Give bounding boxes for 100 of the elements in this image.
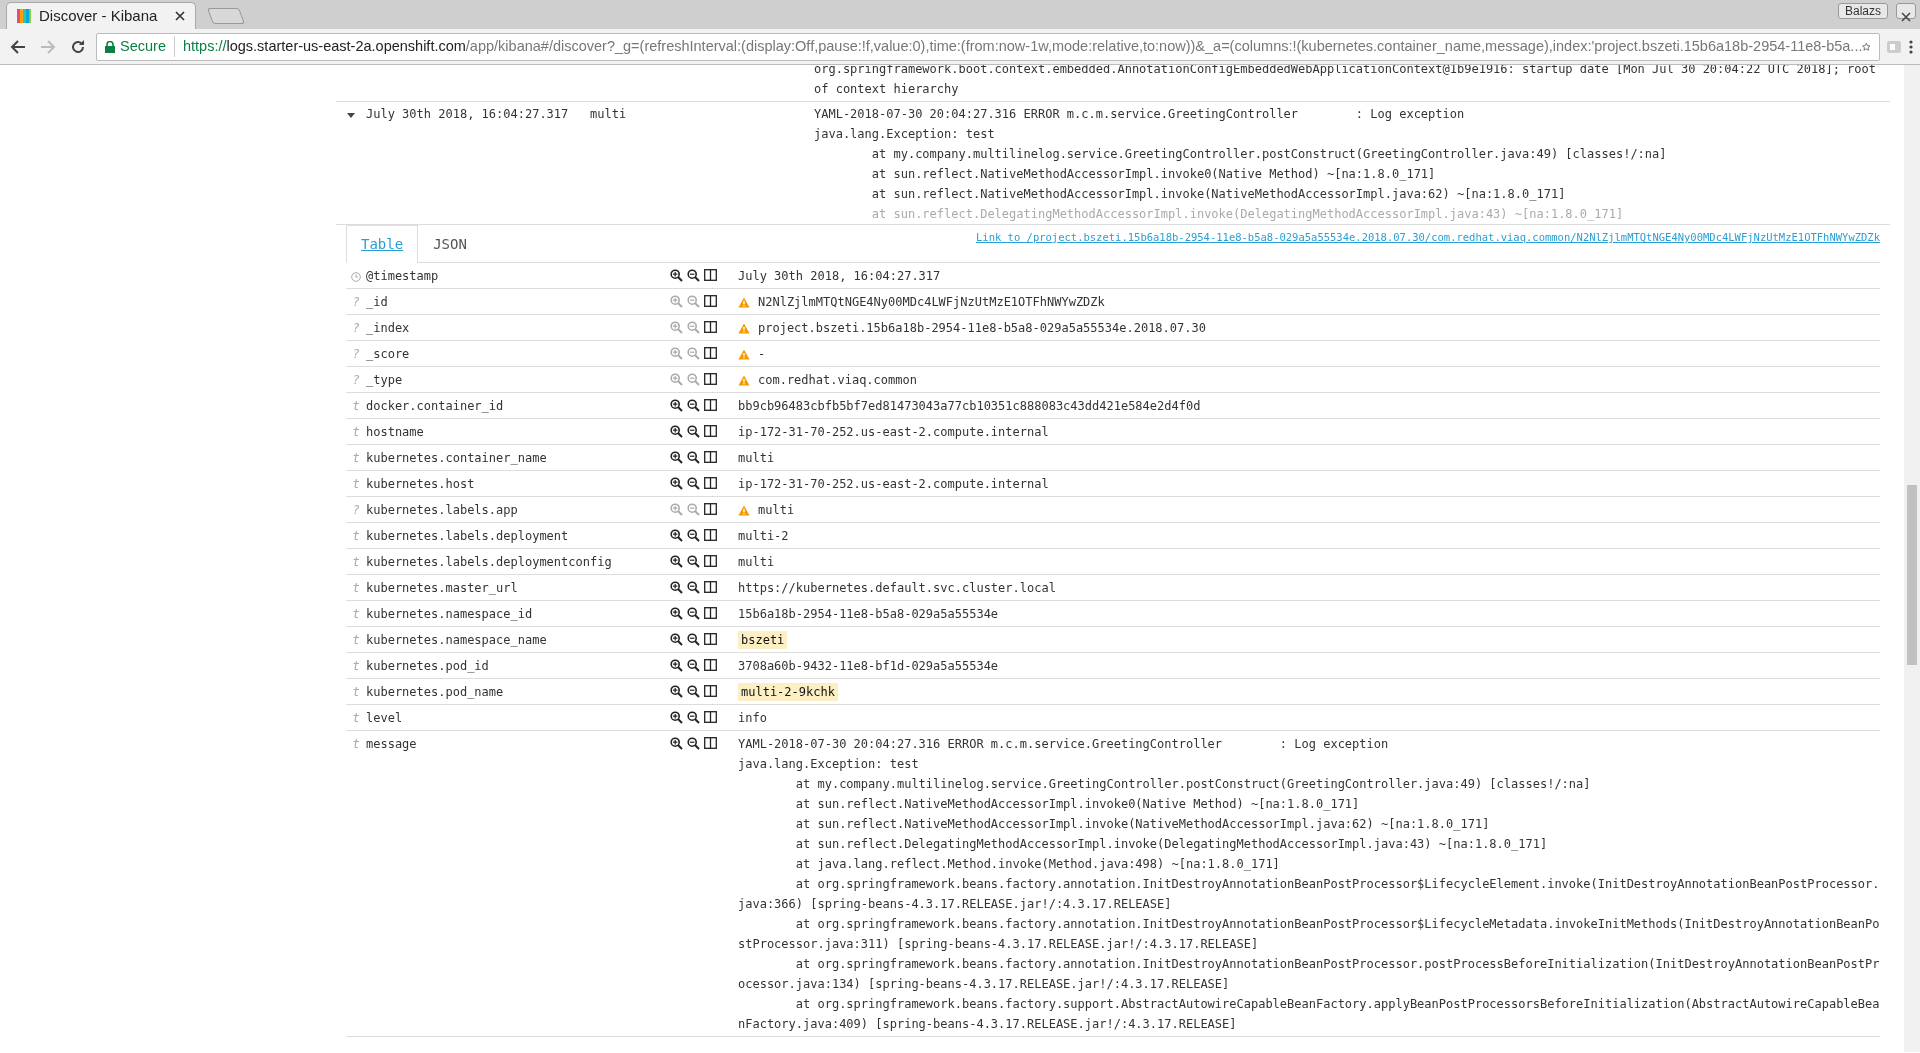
profile-button[interactable]: Balazs xyxy=(1837,3,1888,19)
timestamp-cell: July 30th 2018, 16:04:27.317 xyxy=(366,107,569,121)
columns-icon[interactable] xyxy=(704,685,717,697)
field-type-label: t xyxy=(352,555,360,569)
zoom-out-icon[interactable] xyxy=(687,269,700,282)
columns-icon[interactable] xyxy=(704,347,717,359)
field-type-label: t xyxy=(352,737,360,751)
field-name: kubernetes.container_name xyxy=(366,450,548,467)
zoom-in-icon[interactable] xyxy=(670,711,683,724)
columns-icon[interactable] xyxy=(704,451,717,463)
zoom-in-icon[interactable] xyxy=(670,399,683,412)
columns-icon[interactable] xyxy=(704,269,717,281)
columns-icon[interactable] xyxy=(704,607,717,619)
field-value: https://kubernetes.default.svc.cluster.local xyxy=(738,581,1056,595)
columns-icon[interactable] xyxy=(704,737,717,749)
field-name: kubernetes.namespace_name xyxy=(366,632,548,649)
clock-icon xyxy=(351,271,361,282)
columns-icon[interactable] xyxy=(704,503,717,515)
columns-icon[interactable] xyxy=(704,529,717,541)
log-line: at sun.reflect.NativeMethodAccessorImpl.invoke0(Native Method) ~[na:1.8.0_171] xyxy=(870,166,1437,183)
field-type-label: t xyxy=(352,581,360,595)
field-value: multi xyxy=(758,503,795,517)
field-name: kubernetes.host xyxy=(366,476,476,493)
zoom-in-icon[interactable] xyxy=(670,633,683,646)
columns-icon[interactable] xyxy=(704,477,717,489)
field-name: kubernetes.pod_id xyxy=(366,658,490,675)
field-type-label: t xyxy=(352,425,360,439)
field-value: multi xyxy=(738,451,775,465)
menu-icon[interactable] xyxy=(1908,38,1914,55)
field-type-label: ? xyxy=(352,295,360,309)
zoom-out-icon[interactable] xyxy=(687,425,700,438)
zoom-out-icon[interactable] xyxy=(687,399,700,412)
log-line: at my.company.multilinelog.service.GreetingController.postConstruct(GreetingController.java:49) [classes!/:na] xyxy=(794,776,1592,793)
log-line: at java.lang.reflect.Method.invoke(Method.java:498) ~[na:1.8.0_171] xyxy=(794,856,1281,873)
columns-icon[interactable] xyxy=(704,581,717,593)
caret-down-icon[interactable] xyxy=(347,111,355,119)
log-line: YAML-2018-07-30 20:04:27.316 ERROR m.c.m.service.GreetingController : Log exception xyxy=(814,106,1466,123)
zoom-out-icon[interactable] xyxy=(687,711,700,724)
log-line: of context hierarchy xyxy=(814,81,960,98)
zoom-in-icon[interactable] xyxy=(670,425,683,438)
zoom-out-icon[interactable] xyxy=(687,607,700,620)
zoom-out-icon[interactable] xyxy=(687,451,700,464)
columns-icon[interactable] xyxy=(704,399,717,411)
close-icon[interactable] xyxy=(175,11,185,21)
columns-icon[interactable] xyxy=(704,425,717,437)
zoom-out-icon[interactable] xyxy=(687,633,700,646)
field-value: multi-2 xyxy=(738,529,789,543)
field-value: project.bszeti.15b6a18b-2954-11e8-b5a8-029a5a55534e.2018.07.30 xyxy=(758,321,1206,335)
zoom-in-icon[interactable] xyxy=(670,477,683,490)
field-type-label: t xyxy=(352,711,360,725)
field-value: multi-2-9kchk xyxy=(738,683,838,701)
zoom-in-icon[interactable] xyxy=(670,685,683,698)
zoom-out-icon[interactable] xyxy=(687,555,700,568)
log-line: java.lang.Exception: test xyxy=(738,756,920,773)
columns-icon[interactable] xyxy=(704,373,717,385)
zoom-out-icon[interactable] xyxy=(687,685,700,698)
container-name-cell: multi xyxy=(590,107,627,121)
columns-icon[interactable] xyxy=(704,633,717,645)
scrollbar-thumb[interactable] xyxy=(1907,485,1917,665)
field-type-label: t xyxy=(352,607,360,621)
zoom-out-icon[interactable] xyxy=(687,581,700,594)
zoom-in-icon[interactable] xyxy=(670,529,683,542)
field-type-label: t xyxy=(352,659,360,673)
log-line: at sun.reflect.DelegatingMethodAccessorImpl.invoke(DelegatingMethodAccessorImpl.java:43) ~[na:1.8.0_171] xyxy=(870,206,1625,223)
field-type-label: t xyxy=(352,529,360,543)
zoom-in-icon[interactable] xyxy=(670,607,683,620)
zoom-in-icon[interactable] xyxy=(670,451,683,464)
field-value: com.redhat.viaq.common xyxy=(758,373,917,387)
address-bar[interactable] xyxy=(96,32,1880,61)
zoom-out-icon[interactable] xyxy=(687,529,700,542)
zoom-in-icon[interactable] xyxy=(670,581,683,594)
columns-icon[interactable] xyxy=(704,659,717,671)
field-name: kubernetes.pod_name xyxy=(366,684,505,701)
log-line: at sun.reflect.DelegatingMethodAccessorImpl.invoke(DelegatingMethodAccessorImpl.java:43) ~[na:1.8.0_171] xyxy=(794,836,1549,853)
zoom-out-icon[interactable] xyxy=(687,477,700,490)
view-tab[interactable]: JSON xyxy=(418,225,482,263)
field-name: hostname xyxy=(366,424,425,441)
back-arrow-icon[interactable] xyxy=(10,38,26,55)
field-name: level xyxy=(366,710,404,727)
columns-icon[interactable] xyxy=(704,295,717,307)
secure-label: Secure xyxy=(120,36,166,56)
field-value: 3708a60b-9432-11e8-bf1d-029a5a55534e xyxy=(738,659,999,673)
zoom-in-icon[interactable] xyxy=(670,269,683,282)
zoom-in-icon[interactable] xyxy=(670,555,683,568)
columns-icon[interactable] xyxy=(704,711,717,723)
field-name: kubernetes.labels.deployment xyxy=(366,528,570,545)
zoom-in-icon[interactable] xyxy=(670,659,683,672)
field-value: - xyxy=(758,347,766,361)
field-type-label: ? xyxy=(352,347,360,361)
columns-icon[interactable] xyxy=(704,321,717,333)
field-type-label: t xyxy=(352,685,360,699)
zoom-out-icon[interactable] xyxy=(687,737,700,750)
browser-tab[interactable]: Discover - Kibana xyxy=(6,2,196,29)
reload-icon[interactable] xyxy=(70,38,86,55)
zoom-in-icon[interactable] xyxy=(670,737,683,750)
columns-icon[interactable] xyxy=(704,555,717,567)
log-line: at org.springframework.beans.factory.support.AbstractAutowireCapableBeanFactory.applyBeanPostProcessorsBeforeInitialization(AbstractAutowireCapableBeanFactory.java:409) [spring-beans-4.3.17.RELEASE.jar!/:4.3.17.RELEASE] xyxy=(738,996,1880,1033)
field-name: _index xyxy=(366,320,411,337)
zoom-out-icon[interactable] xyxy=(687,659,700,672)
field-name: kubernetes.namespace_id xyxy=(366,606,534,623)
